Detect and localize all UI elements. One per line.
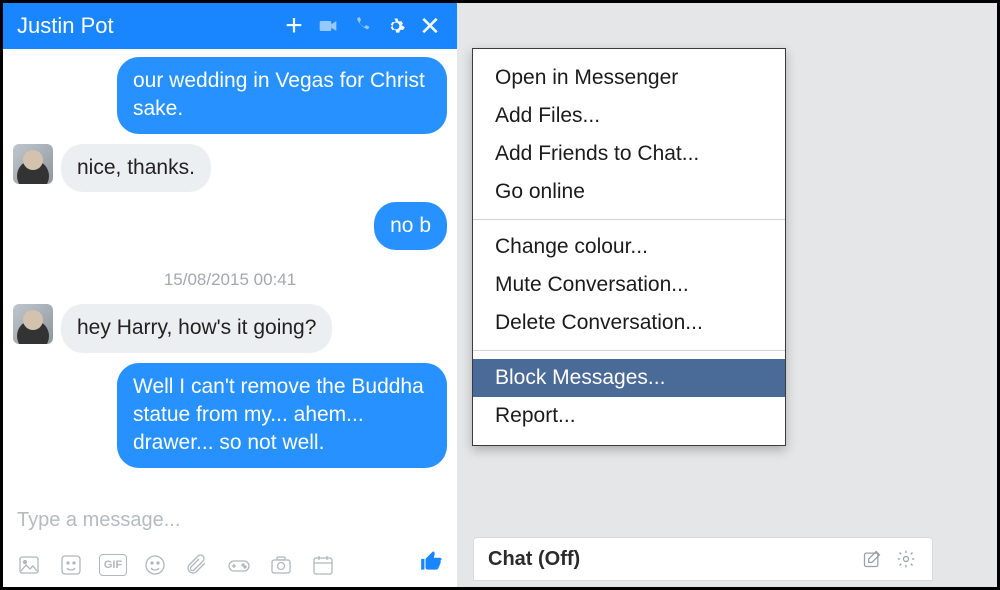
message-row: no b	[13, 202, 447, 250]
message-row: our wedding in Vegas for Christ sake.	[13, 57, 447, 134]
attachment-icon[interactable]	[183, 551, 211, 579]
contact-name[interactable]: Justin Pot	[17, 13, 277, 39]
menu-change-colour[interactable]: Change colour...	[473, 228, 785, 266]
received-message: nice, thanks.	[61, 144, 211, 192]
chat-status-text: Chat (Off)	[488, 548, 580, 571]
close-icon[interactable]: ✕	[413, 9, 447, 43]
emoji-icon[interactable]	[141, 551, 169, 579]
photo-icon[interactable]	[15, 551, 43, 579]
message-row: hey Harry, how's it going?	[13, 304, 447, 352]
menu-delete[interactable]: Delete Conversation...	[473, 304, 785, 342]
chat-pane: Justin Pot + ✕ our wedding in Vegas for …	[3, 3, 457, 587]
gear-icon[interactable]	[894, 549, 918, 569]
message-list: our wedding in Vegas for Christ sake. ni…	[3, 49, 457, 495]
message-input[interactable]	[13, 501, 447, 542]
sent-message: our wedding in Vegas for Christ sake.	[117, 57, 447, 134]
menu-mute[interactable]: Mute Conversation...	[473, 266, 785, 304]
menu-add-files[interactable]: Add Files...	[473, 97, 785, 135]
menu-separator	[473, 219, 785, 220]
compose-icon[interactable]	[860, 549, 884, 569]
timestamp: 15/08/2015 00:41	[13, 260, 447, 294]
gear-icon[interactable]	[379, 9, 413, 43]
composer-toolbar: GIF	[3, 546, 457, 587]
calendar-icon[interactable]	[309, 551, 337, 579]
games-icon[interactable]	[225, 551, 253, 579]
video-call-icon[interactable]	[311, 9, 345, 43]
menu-block-messages[interactable]: Block Messages...	[473, 359, 785, 397]
menu-go-online[interactable]: Go online	[473, 173, 785, 211]
thumbs-up-icon[interactable]	[419, 548, 445, 581]
avatar[interactable]	[13, 144, 53, 184]
chat-status-bar[interactable]: Chat (Off)	[473, 537, 933, 581]
menu-add-friends[interactable]: Add Friends to Chat...	[473, 135, 785, 173]
gif-icon[interactable]: GIF	[99, 554, 127, 576]
message-row: Well I can't remove the Buddha statue fr…	[13, 363, 447, 468]
sticker-icon[interactable]	[57, 551, 85, 579]
avatar[interactable]	[13, 304, 53, 344]
sent-message: no b	[374, 202, 447, 250]
menu-report[interactable]: Report...	[473, 397, 785, 435]
new-message-icon[interactable]: +	[277, 9, 311, 43]
menu-separator	[473, 350, 785, 351]
received-message: hey Harry, how's it going?	[61, 304, 332, 352]
sent-message: Well I can't remove the Buddha statue fr…	[117, 363, 447, 468]
menu-open-in-messenger[interactable]: Open in Messenger	[473, 59, 785, 97]
voice-call-icon[interactable]	[345, 9, 379, 43]
settings-dropdown: Open in Messenger Add Files... Add Frien…	[472, 48, 786, 446]
camera-icon[interactable]	[267, 551, 295, 579]
composer	[3, 495, 457, 546]
chat-header: Justin Pot + ✕	[3, 3, 457, 49]
message-row: nice, thanks.	[13, 144, 447, 192]
